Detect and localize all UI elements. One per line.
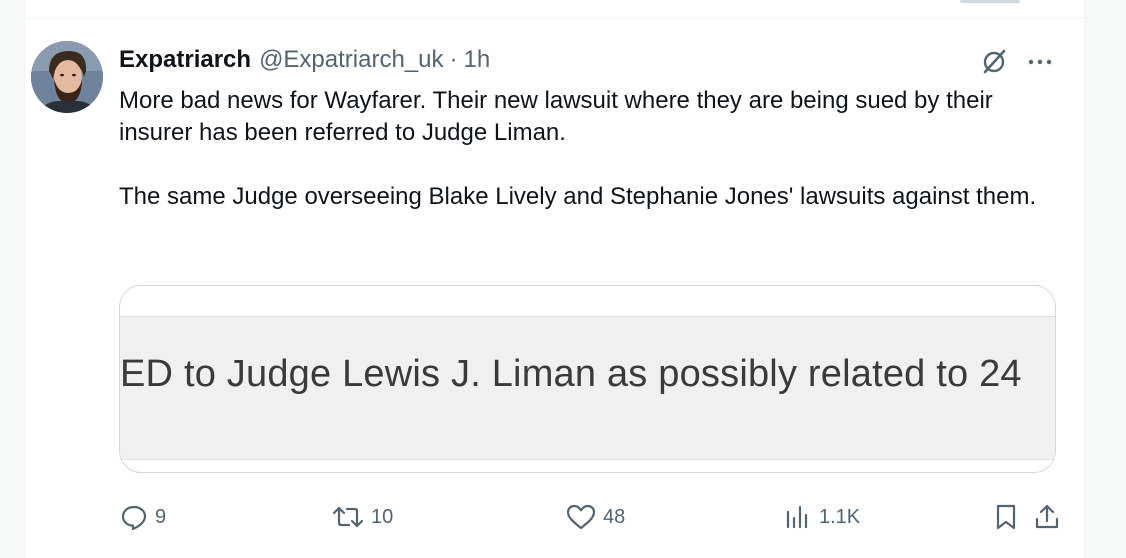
more-dots-icon[interactable] [1025, 47, 1055, 77]
reply-button[interactable]: 9 [119, 499, 166, 535]
display-name[interactable]: Expatriarch [119, 46, 251, 74]
media-image-card[interactable]: ED to Judge Lewis J. Liman as possibly r… [119, 285, 1056, 473]
reply-icon [119, 502, 149, 532]
bookmark-button[interactable] [993, 499, 1019, 535]
reply-count: 9 [155, 505, 167, 528]
share-icon [1033, 502, 1061, 532]
retweet-button[interactable]: 10 [331, 499, 393, 535]
tweet-paragraph-1: More bad news for Wayfarer. Their new la… [119, 87, 993, 146]
media-caption-text: ED to Judge Lewis J. Liman as possibly r… [120, 353, 1022, 395]
like-count: 48 [603, 505, 626, 528]
avatar-image [31, 41, 103, 113]
timestamp[interactable]: 1h [464, 46, 491, 74]
views-count: 1.1K [819, 505, 861, 528]
tweet-header: Expatriarch @Expatriarch_uk · 1h [119, 45, 490, 75]
share-button[interactable] [1033, 499, 1061, 535]
previous-tweet-edge [960, 0, 1020, 3]
retweet-count: 10 [371, 505, 394, 528]
tweet-text: More bad news for Wayfarer. Their new la… [119, 85, 1059, 213]
retweet-icon [331, 502, 365, 532]
views-button[interactable]: 1.1K [783, 499, 860, 535]
right-frame [1085, 0, 1126, 558]
grok-icon[interactable] [979, 47, 1009, 77]
column-border-right [1084, 0, 1085, 558]
media-image: ED to Judge Lewis J. Liman as possibly r… [120, 316, 1055, 460]
tweet[interactable]: Expatriarch @Expatriarch_uk · 1h More ba… [25, 19, 1084, 558]
avatar[interactable] [31, 41, 103, 113]
bookmark-icon [993, 502, 1019, 532]
separator-dot: · [449, 46, 458, 73]
user-handle[interactable]: @Expatriarch_uk [259, 46, 443, 74]
like-button[interactable]: 48 [565, 499, 625, 535]
action-bar: 9 10 48 1.1K [119, 499, 1059, 535]
tweet-paragraph-2: The same Judge overseeing Blake Lively a… [119, 183, 1037, 210]
views-bar-chart-icon [783, 502, 813, 532]
left-frame [0, 0, 24, 558]
heart-icon [565, 502, 597, 532]
